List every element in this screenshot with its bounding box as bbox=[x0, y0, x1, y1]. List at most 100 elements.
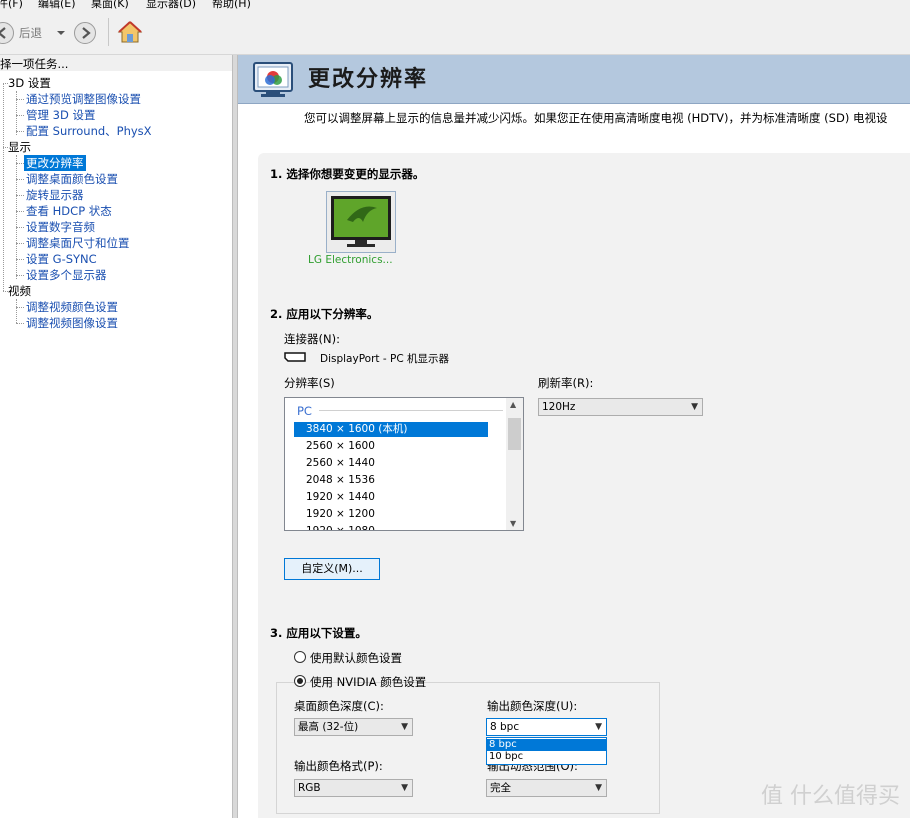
output-color-depth-label: 输出颜色深度(U): bbox=[487, 699, 578, 713]
resolution-item[interactable]: 2560 × 1440 bbox=[294, 456, 488, 471]
dropdown-option[interactable]: 10 bpc bbox=[487, 751, 606, 763]
resolution-item[interactable]: 2560 × 1600 bbox=[294, 439, 488, 454]
monitor-tile[interactable] bbox=[326, 191, 396, 253]
desktop-color-depth-select[interactable]: 最高 (32-位) ▼ bbox=[294, 718, 413, 736]
task-pane-header: 择一项任务... bbox=[0, 55, 232, 71]
refresh-rate-select[interactable]: 120Hz ▼ bbox=[538, 398, 703, 416]
tree-item-digital-audio[interactable]: 设置数字音频 bbox=[26, 219, 95, 235]
output-color-format-value: RGB bbox=[298, 782, 321, 794]
home-icon[interactable] bbox=[117, 20, 143, 44]
chevron-down-icon: ▼ bbox=[595, 783, 602, 793]
tree-item-rotate-display[interactable]: 旋转显示器 bbox=[26, 187, 84, 203]
radio-nvidia-color-label[interactable]: 使用 NVIDIA 颜色设置 bbox=[310, 674, 426, 690]
tree-connector bbox=[16, 155, 17, 279]
back-button[interactable] bbox=[0, 22, 14, 44]
resolution-group-pc: PC bbox=[297, 404, 312, 418]
tree-connector bbox=[16, 307, 24, 308]
desktop-color-depth-value: 最高 (32-位) bbox=[298, 721, 359, 733]
tree-connector bbox=[3, 83, 4, 291]
task-tree-pane: 择一项任务... 3D 设置 通过预览调整图像设置 管理 3D 设置 配置 Su… bbox=[0, 55, 232, 818]
tree-item-multiple-displays[interactable]: 设置多个显示器 bbox=[26, 267, 107, 283]
tree-connector bbox=[16, 227, 24, 228]
monitor-icon bbox=[331, 196, 391, 247]
tree-connector bbox=[16, 195, 24, 196]
page-title: 更改分辨率 bbox=[308, 67, 429, 92]
tree-connector bbox=[16, 179, 24, 180]
toolbar: 后退 bbox=[0, 10, 910, 55]
dropdown-option[interactable]: 8 bpc bbox=[487, 739, 606, 751]
output-color-format-select[interactable]: RGB ▼ bbox=[294, 779, 413, 797]
resolution-listbox[interactable]: PC 3840 × 1600 (本机) 2560 × 1600 2560 × 144… bbox=[284, 397, 524, 531]
resolution-item[interactable]: 2048 × 1536 bbox=[294, 473, 488, 488]
tree-item-surround-physx[interactable]: 配置 Surround、PhysX bbox=[26, 123, 152, 139]
listbox-scrollbar[interactable]: ▲ ▼ bbox=[506, 398, 523, 530]
resolution-label: 分辨率(S) bbox=[284, 376, 335, 390]
section-3-title: 3. 应用以下设置。 bbox=[270, 626, 367, 640]
refresh-rate-label: 刷新率(R): bbox=[538, 376, 594, 390]
forward-button[interactable] bbox=[74, 22, 96, 44]
tree-item-hdcp-status[interactable]: 查看 HDCP 状态 bbox=[26, 203, 112, 219]
refresh-rate-value: 120Hz bbox=[542, 401, 576, 413]
tree-connector bbox=[16, 275, 24, 276]
tree-connector bbox=[16, 243, 24, 244]
task-pane-title: 择一项任务... bbox=[0, 57, 69, 71]
menu-file[interactable]: 件(F) bbox=[0, 0, 23, 10]
radio-nvidia-color[interactable] bbox=[294, 675, 306, 687]
tree-connector bbox=[16, 115, 24, 116]
menu-edit[interactable]: 编辑(E) bbox=[38, 0, 76, 10]
toolbar-divider bbox=[108, 18, 109, 46]
display-settings-icon bbox=[253, 62, 293, 97]
section-1-title: 1. 选择你想要变更的显示器。 bbox=[270, 167, 425, 181]
tree-category-3d[interactable]: 3D 设置 bbox=[8, 75, 51, 91]
output-dynamic-range-value: 完全 bbox=[490, 782, 511, 794]
menu-display[interactable]: 显示器(D) bbox=[146, 0, 196, 10]
tree-item-gsync[interactable]: 设置 G-SYNC bbox=[26, 251, 97, 267]
tree-item-manage-3d[interactable]: 管理 3D 设置 bbox=[26, 107, 95, 123]
tree-category-video[interactable]: 视频 bbox=[8, 283, 31, 299]
resolution-item[interactable]: 1920 × 1200 bbox=[294, 507, 488, 522]
group-divider bbox=[319, 410, 503, 411]
resolution-item[interactable]: 1920 × 1440 bbox=[294, 490, 488, 505]
tree-connector bbox=[16, 259, 24, 260]
scroll-up-icon[interactable]: ▲ bbox=[510, 400, 516, 409]
scroll-down-icon[interactable]: ▼ bbox=[510, 519, 516, 528]
tree-item-change-resolution[interactable]: 更改分辨率 bbox=[24, 155, 86, 171]
chevron-down-icon: ▼ bbox=[401, 783, 408, 793]
scrollbar-thumb[interactable] bbox=[508, 418, 521, 450]
tree-item-preview-image[interactable]: 通过预览调整图像设置 bbox=[26, 91, 141, 107]
menu-help[interactable]: 帮助(H) bbox=[212, 0, 251, 10]
tree-category-display[interactable]: 显示 bbox=[8, 139, 31, 155]
content-pane: 更改分辨率 您可以调整屏幕上显示的信息量并减少闪烁。如果您正在使用高清晰度电视 … bbox=[238, 55, 910, 818]
page-description: 您可以调整屏幕上显示的信息量并减少闪烁。如果您正在使用高清晰度电视 (HDTV)… bbox=[304, 111, 888, 125]
tree-connector bbox=[16, 323, 24, 324]
tree-connector bbox=[16, 299, 17, 323]
radio-default-color[interactable] bbox=[294, 651, 306, 663]
menu-desktop[interactable]: 桌面(K) bbox=[91, 0, 129, 10]
chevron-down-icon[interactable] bbox=[56, 29, 66, 37]
displayport-icon bbox=[284, 352, 306, 362]
tree-item-desktop-size[interactable]: 调整桌面尺寸和位置 bbox=[26, 235, 130, 251]
tree-connector bbox=[16, 91, 17, 135]
chevron-down-icon: ▼ bbox=[595, 722, 602, 732]
tree-connector bbox=[16, 163, 24, 164]
watermark: 值 什么值得买 bbox=[761, 784, 900, 809]
chevron-down-icon: ▼ bbox=[691, 402, 698, 412]
tree-connector bbox=[16, 211, 24, 212]
output-color-depth-dropdown: 8 bpc 10 bpc bbox=[486, 737, 607, 765]
tree-connector bbox=[16, 99, 24, 100]
monitor-label[interactable]: LG Electronics... bbox=[308, 254, 393, 266]
resolution-item-selected[interactable]: 3840 × 1600 (本机) bbox=[294, 422, 488, 437]
desktop-color-depth-label: 桌面颜色深度(C): bbox=[294, 699, 384, 713]
tree-item-desktop-color[interactable]: 调整桌面颜色设置 bbox=[26, 171, 118, 187]
back-label[interactable]: 后退 bbox=[19, 25, 42, 41]
page-banner: 更改分辨率 bbox=[238, 55, 910, 104]
output-color-format-label: 输出颜色格式(P): bbox=[294, 759, 383, 773]
output-color-depth-select[interactable]: 8 bpc ▼ bbox=[486, 718, 607, 736]
tree-item-video-image[interactable]: 调整视频图像设置 bbox=[26, 315, 118, 331]
customize-button[interactable]: 自定义(M)... bbox=[284, 558, 380, 580]
tree-item-video-color[interactable]: 调整视频颜色设置 bbox=[26, 299, 118, 315]
resolution-item[interactable]: 1920 × 1080 bbox=[294, 524, 488, 530]
connector-label: 连接器(N): bbox=[284, 332, 340, 346]
output-dynamic-range-select[interactable]: 完全 ▼ bbox=[486, 779, 607, 797]
radio-default-color-label[interactable]: 使用默认颜色设置 bbox=[310, 650, 402, 666]
